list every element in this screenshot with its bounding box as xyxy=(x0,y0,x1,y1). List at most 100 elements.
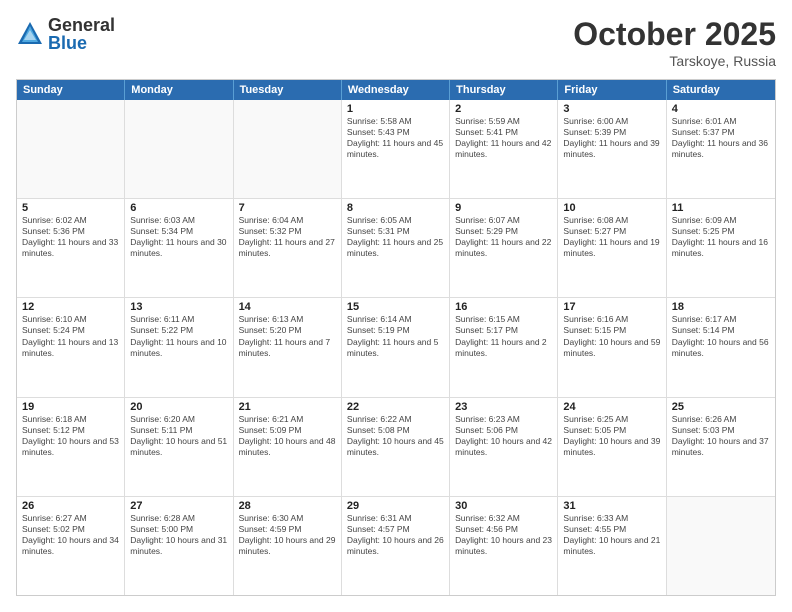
day-number: 12 xyxy=(22,301,119,313)
day-info: Sunrise: 6:17 AMSunset: 5:14 PMDaylight:… xyxy=(672,314,770,358)
day-info: Sunrise: 6:20 AMSunset: 5:11 PMDaylight:… xyxy=(130,414,227,458)
day-number: 10 xyxy=(563,202,660,214)
day-info: Sunrise: 6:32 AMSunset: 4:56 PMDaylight:… xyxy=(455,513,552,557)
day-number: 29 xyxy=(347,500,444,512)
day-number: 2 xyxy=(455,103,552,115)
day-cell-8: 8Sunrise: 6:05 AMSunset: 5:31 PMDaylight… xyxy=(342,199,450,297)
day-info: Sunrise: 6:18 AMSunset: 5:12 PMDaylight:… xyxy=(22,414,119,458)
calendar: Sunday Monday Tuesday Wednesday Thursday… xyxy=(16,79,776,596)
col-monday: Monday xyxy=(125,80,233,100)
logo-text: General Blue xyxy=(48,16,115,52)
day-cell-2: 2Sunrise: 5:59 AMSunset: 5:41 PMDaylight… xyxy=(450,100,558,198)
day-number: 30 xyxy=(455,500,552,512)
day-cell-28: 28Sunrise: 6:30 AMSunset: 4:59 PMDayligh… xyxy=(234,497,342,595)
day-cell-18: 18Sunrise: 6:17 AMSunset: 5:14 PMDayligh… xyxy=(667,298,775,396)
day-number: 7 xyxy=(239,202,336,214)
day-cell-24: 24Sunrise: 6:25 AMSunset: 5:05 PMDayligh… xyxy=(558,398,666,496)
day-cell-30: 30Sunrise: 6:32 AMSunset: 4:56 PMDayligh… xyxy=(450,497,558,595)
day-info: Sunrise: 6:33 AMSunset: 4:55 PMDaylight:… xyxy=(563,513,660,557)
day-number: 15 xyxy=(347,301,444,313)
day-cell-11: 11Sunrise: 6:09 AMSunset: 5:25 PMDayligh… xyxy=(667,199,775,297)
day-number: 4 xyxy=(672,103,770,115)
day-info: Sunrise: 6:30 AMSunset: 4:59 PMDaylight:… xyxy=(239,513,336,557)
week-row-5: 26Sunrise: 6:27 AMSunset: 5:02 PMDayligh… xyxy=(17,497,775,595)
day-info: Sunrise: 6:01 AMSunset: 5:37 PMDaylight:… xyxy=(672,116,770,160)
day-cell-15: 15Sunrise: 6:14 AMSunset: 5:19 PMDayligh… xyxy=(342,298,450,396)
day-info: Sunrise: 6:09 AMSunset: 5:25 PMDaylight:… xyxy=(672,215,770,259)
week-row-2: 5Sunrise: 6:02 AMSunset: 5:36 PMDaylight… xyxy=(17,199,775,298)
day-cell-1: 1Sunrise: 5:58 AMSunset: 5:43 PMDaylight… xyxy=(342,100,450,198)
calendar-page: General Blue October 2025 Tarskoye, Russ… xyxy=(0,0,792,612)
day-number: 13 xyxy=(130,301,227,313)
day-number: 1 xyxy=(347,103,444,115)
day-number: 6 xyxy=(130,202,227,214)
day-info: Sunrise: 6:04 AMSunset: 5:32 PMDaylight:… xyxy=(239,215,336,259)
day-number: 11 xyxy=(672,202,770,214)
day-cell-27: 27Sunrise: 6:28 AMSunset: 5:00 PMDayligh… xyxy=(125,497,233,595)
logo-general-label: General xyxy=(48,16,115,34)
day-cell-4: 4Sunrise: 6:01 AMSunset: 5:37 PMDaylight… xyxy=(667,100,775,198)
day-info: Sunrise: 6:13 AMSunset: 5:20 PMDaylight:… xyxy=(239,314,336,358)
day-info: Sunrise: 6:02 AMSunset: 5:36 PMDaylight:… xyxy=(22,215,119,259)
day-info: Sunrise: 5:58 AMSunset: 5:43 PMDaylight:… xyxy=(347,116,444,160)
col-sunday: Sunday xyxy=(17,80,125,100)
month-title: October 2025 xyxy=(573,16,776,53)
col-thursday: Thursday xyxy=(450,80,558,100)
week-row-3: 12Sunrise: 6:10 AMSunset: 5:24 PMDayligh… xyxy=(17,298,775,397)
day-info: Sunrise: 6:14 AMSunset: 5:19 PMDaylight:… xyxy=(347,314,444,358)
day-cell-19: 19Sunrise: 6:18 AMSunset: 5:12 PMDayligh… xyxy=(17,398,125,496)
day-cell-20: 20Sunrise: 6:20 AMSunset: 5:11 PMDayligh… xyxy=(125,398,233,496)
day-info: Sunrise: 6:05 AMSunset: 5:31 PMDaylight:… xyxy=(347,215,444,259)
day-number: 20 xyxy=(130,401,227,413)
day-cell-16: 16Sunrise: 6:15 AMSunset: 5:17 PMDayligh… xyxy=(450,298,558,396)
day-info: Sunrise: 6:03 AMSunset: 5:34 PMDaylight:… xyxy=(130,215,227,259)
day-info: Sunrise: 6:25 AMSunset: 5:05 PMDaylight:… xyxy=(563,414,660,458)
day-cell-10: 10Sunrise: 6:08 AMSunset: 5:27 PMDayligh… xyxy=(558,199,666,297)
logo-blue-label: Blue xyxy=(48,34,115,52)
day-number: 31 xyxy=(563,500,660,512)
day-info: Sunrise: 5:59 AMSunset: 5:41 PMDaylight:… xyxy=(455,116,552,160)
logo: General Blue xyxy=(16,16,115,52)
day-info: Sunrise: 6:07 AMSunset: 5:29 PMDaylight:… xyxy=(455,215,552,259)
day-info: Sunrise: 6:16 AMSunset: 5:15 PMDaylight:… xyxy=(563,314,660,358)
location-label: Tarskoye, Russia xyxy=(573,53,776,69)
day-number: 14 xyxy=(239,301,336,313)
day-number: 26 xyxy=(22,500,119,512)
day-number: 9 xyxy=(455,202,552,214)
day-info: Sunrise: 6:08 AMSunset: 5:27 PMDaylight:… xyxy=(563,215,660,259)
empty-cell xyxy=(234,100,342,198)
day-number: 16 xyxy=(455,301,552,313)
day-number: 22 xyxy=(347,401,444,413)
col-friday: Friday xyxy=(558,80,666,100)
week-row-1: 1Sunrise: 5:58 AMSunset: 5:43 PMDaylight… xyxy=(17,100,775,199)
day-cell-23: 23Sunrise: 6:23 AMSunset: 5:06 PMDayligh… xyxy=(450,398,558,496)
title-block: October 2025 Tarskoye, Russia xyxy=(573,16,776,69)
day-number: 28 xyxy=(239,500,336,512)
day-cell-3: 3Sunrise: 6:00 AMSunset: 5:39 PMDaylight… xyxy=(558,100,666,198)
col-wednesday: Wednesday xyxy=(342,80,450,100)
day-cell-17: 17Sunrise: 6:16 AMSunset: 5:15 PMDayligh… xyxy=(558,298,666,396)
empty-cell xyxy=(125,100,233,198)
day-number: 18 xyxy=(672,301,770,313)
empty-cell xyxy=(667,497,775,595)
day-number: 3 xyxy=(563,103,660,115)
day-info: Sunrise: 6:21 AMSunset: 5:09 PMDaylight:… xyxy=(239,414,336,458)
day-cell-25: 25Sunrise: 6:26 AMSunset: 5:03 PMDayligh… xyxy=(667,398,775,496)
day-number: 25 xyxy=(672,401,770,413)
day-cell-14: 14Sunrise: 6:13 AMSunset: 5:20 PMDayligh… xyxy=(234,298,342,396)
day-info: Sunrise: 6:22 AMSunset: 5:08 PMDaylight:… xyxy=(347,414,444,458)
day-info: Sunrise: 6:00 AMSunset: 5:39 PMDaylight:… xyxy=(563,116,660,160)
day-info: Sunrise: 6:26 AMSunset: 5:03 PMDaylight:… xyxy=(672,414,770,458)
week-row-4: 19Sunrise: 6:18 AMSunset: 5:12 PMDayligh… xyxy=(17,398,775,497)
day-cell-13: 13Sunrise: 6:11 AMSunset: 5:22 PMDayligh… xyxy=(125,298,233,396)
day-cell-6: 6Sunrise: 6:03 AMSunset: 5:34 PMDaylight… xyxy=(125,199,233,297)
day-info: Sunrise: 6:15 AMSunset: 5:17 PMDaylight:… xyxy=(455,314,552,358)
day-number: 23 xyxy=(455,401,552,413)
col-tuesday: Tuesday xyxy=(234,80,342,100)
day-number: 19 xyxy=(22,401,119,413)
day-number: 5 xyxy=(22,202,119,214)
day-info: Sunrise: 6:28 AMSunset: 5:00 PMDaylight:… xyxy=(130,513,227,557)
day-cell-31: 31Sunrise: 6:33 AMSunset: 4:55 PMDayligh… xyxy=(558,497,666,595)
day-number: 24 xyxy=(563,401,660,413)
calendar-body: 1Sunrise: 5:58 AMSunset: 5:43 PMDaylight… xyxy=(17,100,775,595)
